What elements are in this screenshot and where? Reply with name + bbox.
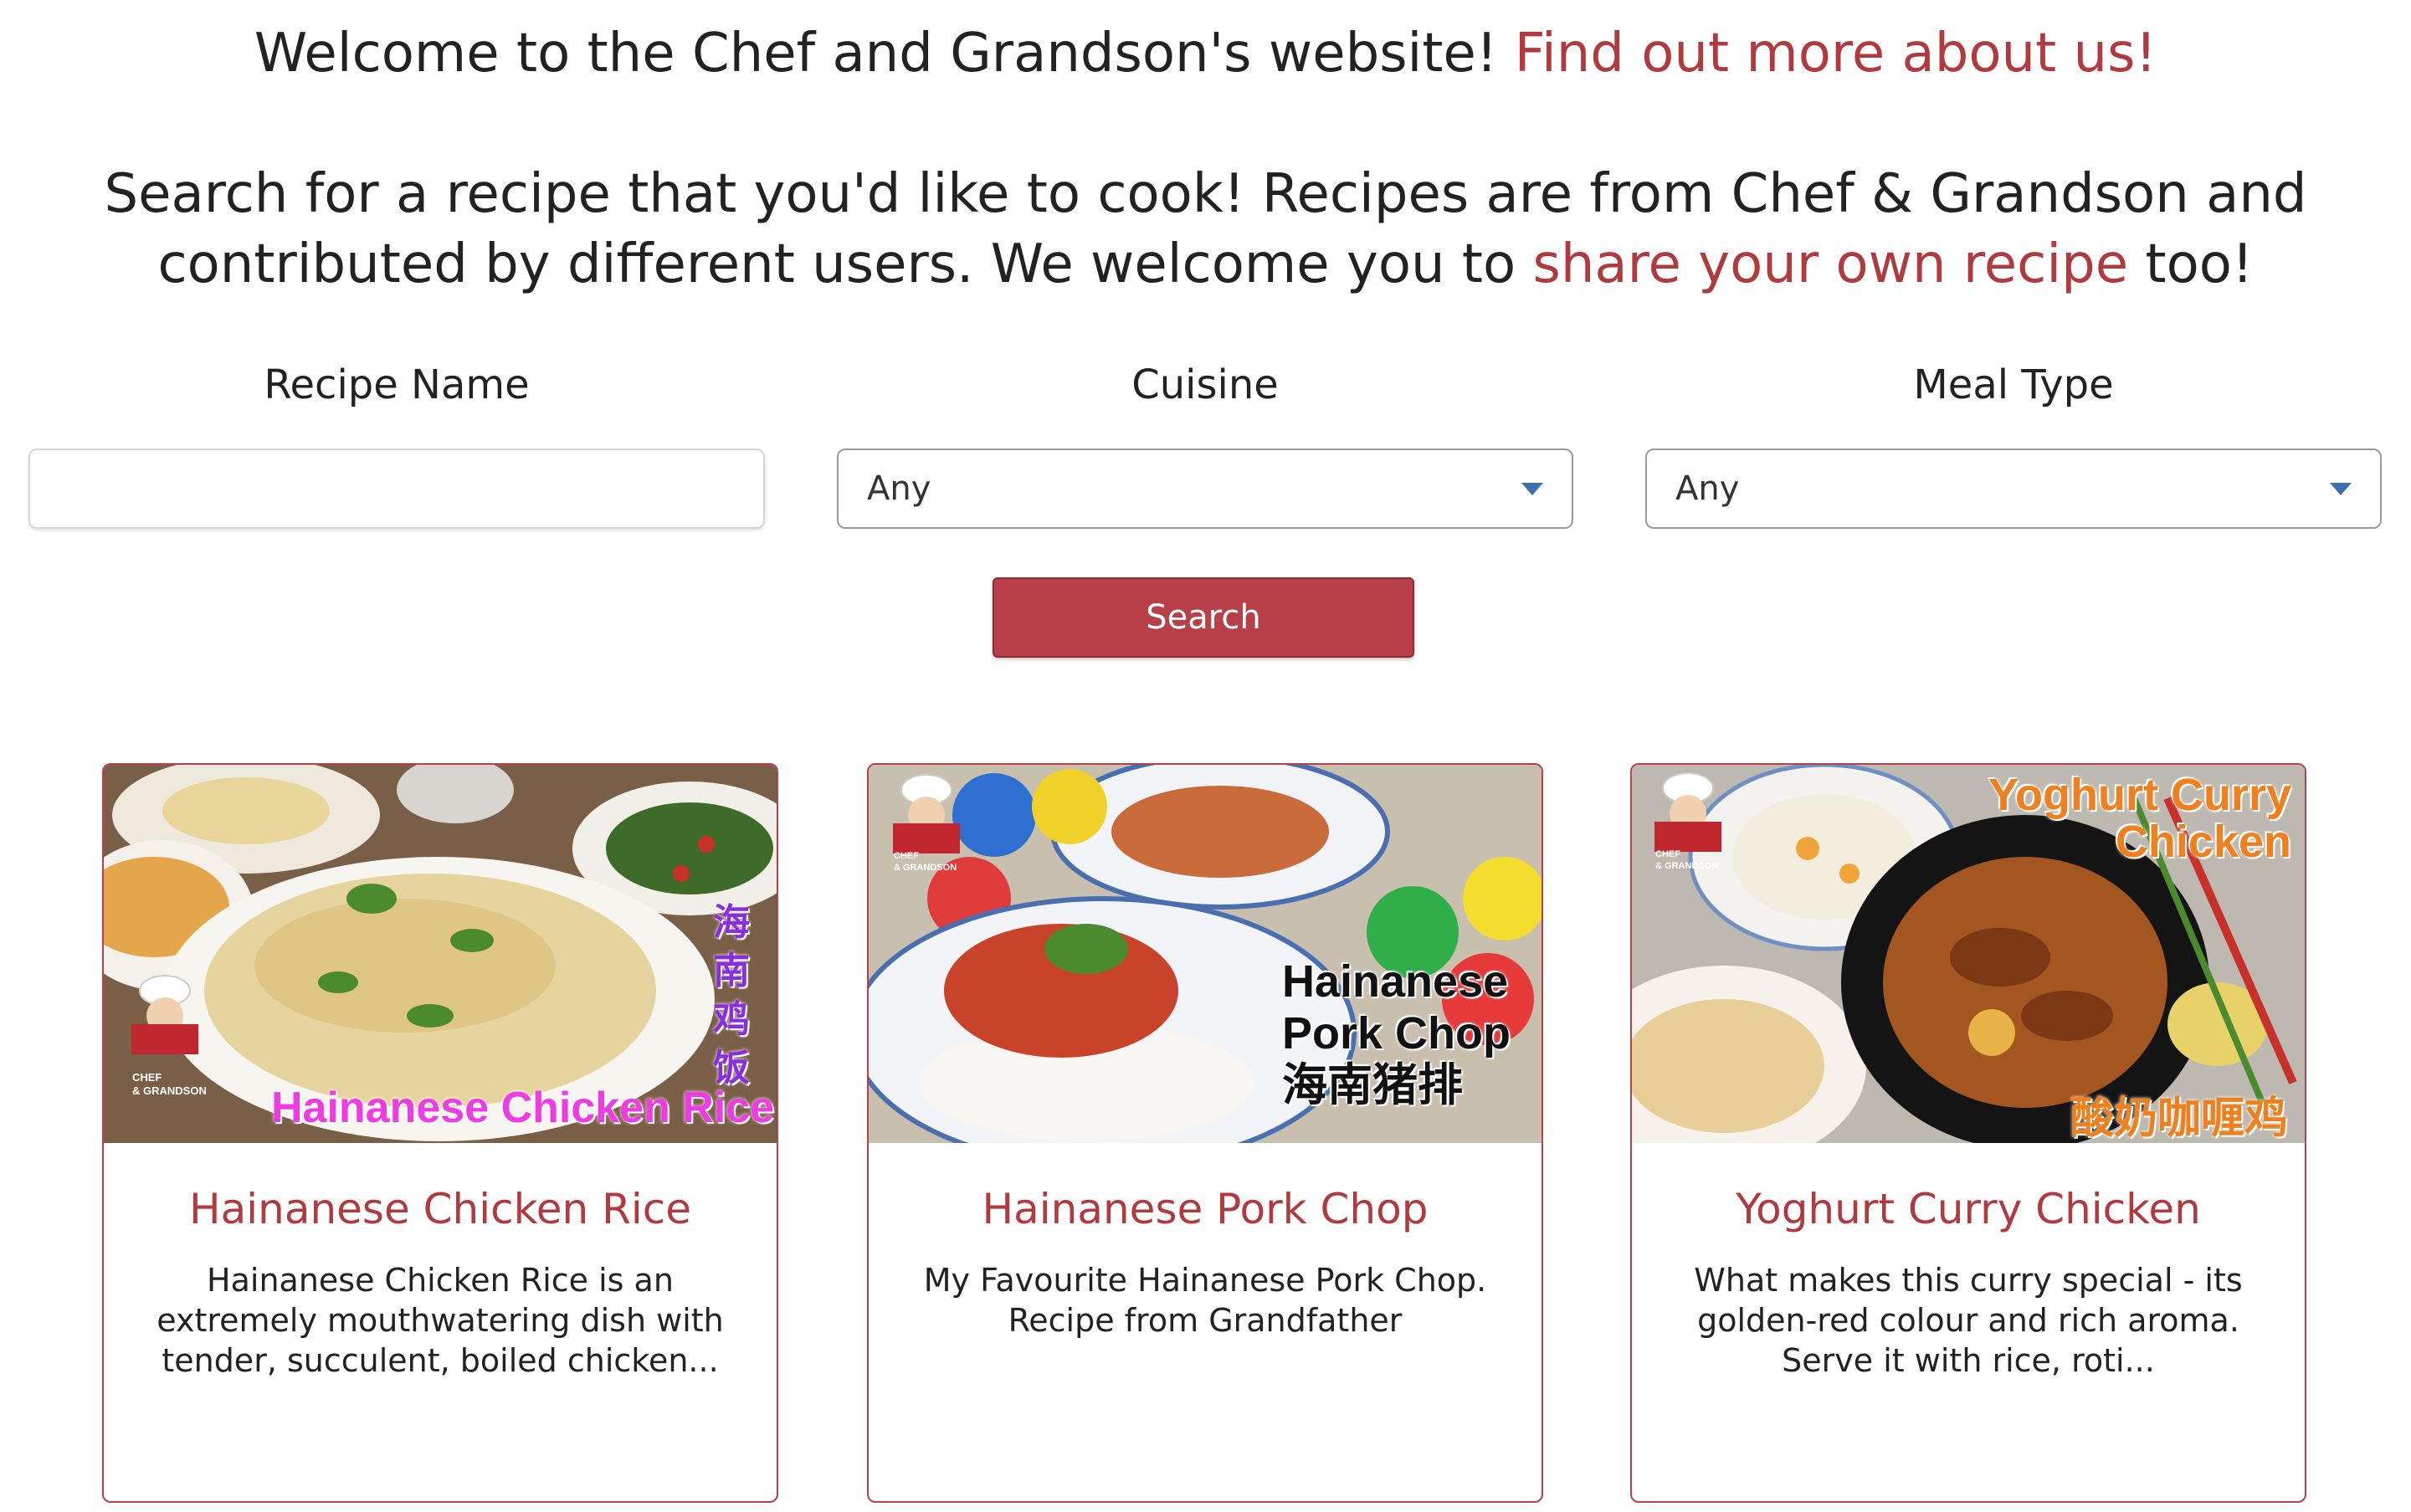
recipe-description: Hainanese Chicken Rice is an extremely m…	[156, 1262, 724, 1379]
welcome-line: Welcome to the Chef and Grandson's websi…	[0, 18, 2411, 89]
recipe-title[interactable]: Hainanese Chicken Rice	[104, 1185, 777, 1233]
recipe-description: My Favourite Hainanese Pork Chop. Recipe…	[923, 1262, 1487, 1339]
image-overlay-chinese: 海南猪排	[1282, 1060, 1463, 1110]
search-intro: Search for a recipe that you'd like to c…	[0, 159, 2411, 300]
image-overlay-title: Hainanese Pork Chop 海南猪排	[1282, 956, 1511, 1111]
image-overlay-line-2: Pork Chop	[1282, 1008, 1511, 1058]
recipe-image[interactable]: CHEF & GRANDSON Yoghurt Curry Chicken 酸奶…	[1632, 765, 2305, 1143]
badge-line-2: & GRANDSON	[1655, 861, 1719, 871]
badge-line-2: & GRANDSON	[132, 1084, 207, 1097]
recipe-card-yoghurt-curry-chicken[interactable]: CHEF & GRANDSON Yoghurt Curry Chicken 酸奶…	[1630, 763, 2306, 1503]
chevron-down-icon	[1521, 482, 1543, 495]
recipe-description: What makes this curry special - its gold…	[1694, 1262, 2243, 1379]
recipe-name-input[interactable]	[28, 448, 765, 529]
chef-grandson-logo-icon	[1654, 772, 1721, 852]
recipe-card-hainanese-pork-chop[interactable]: CHEF & GRANDSON Hainanese Pork Chop 海南猪排…	[867, 763, 1543, 1503]
recipe-title[interactable]: Hainanese Pork Chop	[869, 1185, 1542, 1233]
welcome-text: Welcome to the Chef and Grandson's websi…	[254, 23, 1498, 85]
image-overlay-line-1: Hainanese	[1282, 956, 1509, 1007]
badge-line-2: & GRANDSON	[894, 863, 957, 873]
image-overlay-title: Yoghurt Curry Chicken	[1988, 771, 2291, 865]
cuisine-selected-value: Any	[867, 469, 931, 508]
recipe-card-hainanese-chicken-rice[interactable]: CHEF & GRANDSON Hainanese Chicken Rice 海…	[102, 763, 778, 1503]
chef-grandson-logo-icon	[131, 975, 198, 1054]
badge-text: CHEF & GRANDSON	[894, 850, 957, 874]
chevron-down-icon	[2330, 482, 2352, 495]
about-us-link[interactable]: Find out more about us!	[1515, 23, 2157, 85]
cuisine-select[interactable]: Any	[837, 448, 1573, 529]
share-recipe-link[interactable]: share your own recipe	[1532, 233, 2128, 295]
recipe-name-label: Recipe Name	[264, 361, 530, 408]
search-intro-end: too!	[2145, 233, 2254, 295]
meal-type-label: Meal Type	[1913, 361, 2114, 408]
cuisine-label: Cuisine	[1131, 361, 1279, 408]
recipe-title[interactable]: Yoghurt Curry Chicken	[1632, 1185, 2305, 1233]
badge-text: CHEF & GRANDSON	[132, 1071, 207, 1098]
badge-text: CHEF & GRANDSON	[1655, 848, 1718, 872]
chef-grandson-logo-icon	[893, 774, 960, 853]
image-overlay-chinese: 海南鸡饭	[713, 902, 750, 1089]
search-intro-line-2: contributed by different users. We welco…	[0, 229, 2411, 300]
image-overlay-chinese: 酸奶咖喱鸡	[2070, 1094, 2288, 1143]
badge-line-1: CHEF	[132, 1071, 162, 1084]
meal-type-select[interactable]: Any	[1645, 448, 2382, 529]
search-intro-line-1: Search for a recipe that you'd like to c…	[104, 163, 2307, 225]
recipe-image[interactable]: CHEF & GRANDSON Hainanese Chicken Rice 海…	[104, 765, 777, 1143]
recipe-image[interactable]: CHEF & GRANDSON Hainanese Pork Chop 海南猪排	[869, 765, 1542, 1143]
badge-line-1: CHEF	[894, 851, 919, 861]
search-button[interactable]: Search	[993, 577, 1414, 658]
image-overlay-line-1: Yoghurt Curry	[1988, 770, 2291, 820]
image-overlay-title: Hainanese Chicken Rice	[271, 1084, 775, 1132]
meal-type-selected-value: Any	[1675, 469, 1740, 508]
image-overlay-line-2: Chicken	[2115, 817, 2291, 867]
badge-line-1: CHEF	[1655, 849, 1680, 859]
search-intro-text: contributed by different users. We welco…	[157, 233, 1516, 295]
